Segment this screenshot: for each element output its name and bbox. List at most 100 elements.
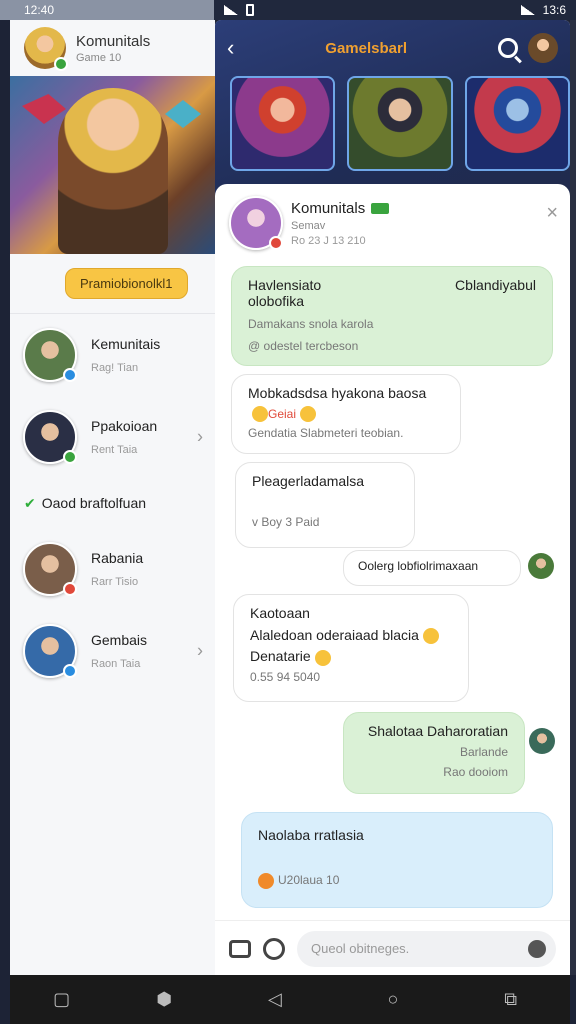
close-icon[interactable]: × xyxy=(546,202,558,225)
status-bar-left: 12:40 xyxy=(0,0,214,20)
left-header: Komunitals Game 10 xyxy=(10,20,215,76)
message-bubble[interactable]: Oolerg lobfiolrimaxaan xyxy=(343,550,521,586)
message-text: Pleagerladamalsa xyxy=(252,473,365,489)
contact-item[interactable]: Rabania Rarr Tisio xyxy=(10,528,215,610)
contact-item[interactable]: Kemunitais Rag! Tian xyxy=(10,314,215,396)
message-text: Denatarie xyxy=(250,648,311,665)
game-thumbnails xyxy=(215,76,570,171)
home-icon[interactable]: ⬢ xyxy=(156,989,172,1010)
message-input[interactable]: Queol obitneges. xyxy=(297,930,556,967)
message-bubble[interactable]: Naolaba rratlasia U20laua 10 xyxy=(241,812,553,908)
chat-name-row: Komunitals xyxy=(291,199,390,217)
message-text: Alaledoan oderaiaad blacia xyxy=(250,627,419,643)
character-thumbnail[interactable] xyxy=(230,76,336,171)
left-subtitle: Game 10 xyxy=(76,51,122,64)
back-arrow-icon[interactable]: ‹ xyxy=(227,35,234,61)
emoji-icon xyxy=(252,406,268,423)
back-nav-icon[interactable]: ◁ xyxy=(268,989,282,1010)
hero-banner[interactable] xyxy=(10,76,215,254)
contact-item[interactable]: Gembais Raon Taia › xyxy=(10,610,215,692)
status-badge xyxy=(63,368,77,382)
check-icon: ✔ xyxy=(24,494,36,511)
message-meta: Rao dooiom xyxy=(443,765,508,779)
message-text: Geiai xyxy=(268,407,297,421)
sticker-icon[interactable] xyxy=(263,937,285,960)
contact-avatar xyxy=(23,542,77,596)
status-time: 12:40 xyxy=(24,3,55,17)
status-badge xyxy=(63,450,77,464)
message-bubble[interactable]: Havlensiato Cblandiyabul olobofika Damak… xyxy=(231,266,553,366)
emoji-icon xyxy=(258,873,274,889)
nav-bar-left: ▢ ⬢ xyxy=(10,975,215,1024)
search-icon[interactable] xyxy=(497,38,518,58)
chevron-right-icon[interactable]: › xyxy=(197,641,203,662)
contact-name: Rabania xyxy=(91,550,144,566)
sender-avatar[interactable] xyxy=(528,553,554,579)
message-text: Kaotoaan xyxy=(250,605,310,621)
user-avatar[interactable] xyxy=(527,33,558,63)
message-text: Cblandiyabul xyxy=(455,277,536,293)
status-time-right: 13:6 xyxy=(542,3,566,17)
message-meta: Damakans snola karola xyxy=(248,317,374,331)
left-title: Komunitals xyxy=(76,32,151,50)
chevron-right-icon[interactable]: › xyxy=(197,427,203,448)
contact-item[interactable]: Ppakoioan Rent Taia › xyxy=(10,396,215,478)
message-bubble[interactable]: Mobkadsdsa hyakona baosa Geiai Gendatia … xyxy=(231,374,461,454)
edge-panel xyxy=(570,20,576,975)
message-meta: @ odestel tercbeson xyxy=(248,339,359,353)
message-meta: Barlande xyxy=(459,745,508,759)
contact-avatar xyxy=(23,328,77,382)
contact-subtitle: Raon Taia xyxy=(91,658,141,670)
status-bar-right: 13:6 xyxy=(214,0,576,20)
left-panel: Komunitals Game 10 Pramiobionolkl1 Kemun… xyxy=(10,20,215,975)
contact-avatar xyxy=(23,624,77,678)
message-text: olobofika xyxy=(248,293,305,309)
contact-name: Kemunitais xyxy=(91,336,161,352)
input-placeholder: Queol obitneges. xyxy=(311,941,410,956)
message-bubble[interactable]: Shalotaa Daharoratian Barlande Rao dooio… xyxy=(343,712,525,794)
chat-avatar[interactable] xyxy=(229,196,283,250)
game-title: Gamelsbarl xyxy=(325,39,408,57)
status-badge xyxy=(63,664,77,678)
recents-nav-icon[interactable]: ⧉ xyxy=(504,989,517,1010)
camera-icon[interactable] xyxy=(229,939,251,958)
message-meta: U20laua 10 xyxy=(278,873,340,888)
spark-decoration xyxy=(22,94,66,124)
wifi-icon xyxy=(520,5,535,15)
sender-avatar[interactable] xyxy=(529,728,555,754)
chat-header: Komunitals Semav Ro 23 J 13 210 × xyxy=(215,184,570,262)
microphone-icon[interactable] xyxy=(528,939,546,958)
online-badge xyxy=(54,57,68,71)
chat-panel: Komunitals Semav Ro 23 J 13 210 × Havlen… xyxy=(215,184,570,940)
status-badge xyxy=(63,582,77,596)
promo-button[interactable]: Pramiobionolkl1 xyxy=(65,268,188,299)
hero-character-image xyxy=(58,88,168,254)
home-nav-icon[interactable]: ○ xyxy=(388,989,399,1010)
nav-bar-right: ◁ ○ ⧉ xyxy=(215,975,570,1024)
character-thumbnail[interactable] xyxy=(464,76,570,171)
spark-decoration xyxy=(165,100,201,128)
message-bubble[interactable]: Pleagerladamalsa v Boy 3 Paid xyxy=(235,462,415,548)
contact-subtitle: Rag! Tian xyxy=(91,362,139,374)
chat-name: Komunitals xyxy=(291,199,366,217)
message-meta: 0.55 94 5040 xyxy=(250,669,321,684)
status-badge xyxy=(269,236,283,250)
emoji-icon xyxy=(300,406,317,423)
message-meta: v Boy 3 Paid xyxy=(252,515,320,529)
character-thumbnail[interactable] xyxy=(347,76,453,171)
emoji-icon xyxy=(314,649,331,666)
message-bubble[interactable]: Kaotoaan Alaledoan oderaiaad blacia Dena… xyxy=(233,594,469,702)
profile-avatar[interactable] xyxy=(24,27,68,71)
section-header: ✔ Oaod braftolfuan xyxy=(10,478,215,528)
message-text: Mobkadsdsa hyakona baosa xyxy=(248,385,427,401)
battery-icon xyxy=(246,4,254,16)
contact-name: Ppakoioan xyxy=(91,418,158,434)
chat-time: Ro 23 J 13 210 xyxy=(291,234,366,247)
contact-avatar xyxy=(23,410,77,464)
message-meta: Gendatia Slabmeteri teobian. xyxy=(248,426,404,441)
chat-status: Semav xyxy=(291,219,326,232)
contact-subtitle: Rent Taia xyxy=(91,444,138,456)
recent-apps-icon[interactable]: ▢ xyxy=(53,989,70,1010)
flag-icon xyxy=(371,202,390,214)
message-text: Oolerg lobfiolrimaxaan xyxy=(358,559,479,573)
